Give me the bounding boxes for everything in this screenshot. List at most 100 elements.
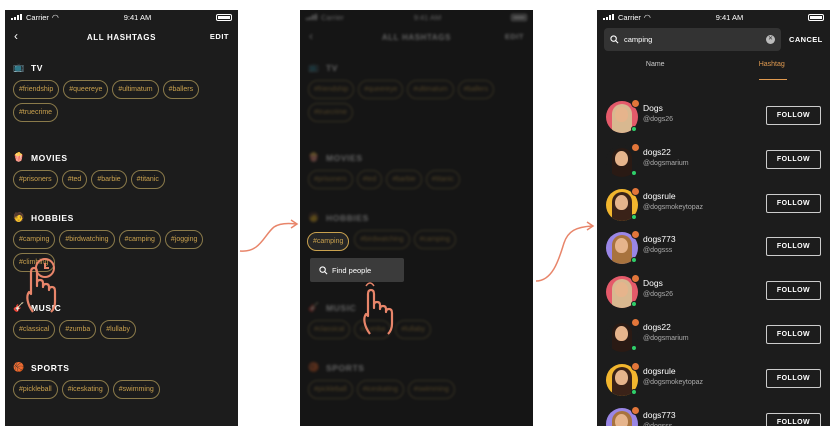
badge-icon [631,361,640,371]
username: Dogs [643,103,663,113]
screen-all-hashtags: Carrier ◠ 9:41 AM ‹ ALL HASHTAGS EDIT 📺 T… [5,10,238,426]
follow-button[interactable]: FOLLOW [766,106,821,125]
hashtag-chip[interactable]: #barbie [91,170,127,189]
section-title: SPORTS [31,362,70,373]
cancel-button[interactable]: CANCEL [789,35,823,44]
search-tabs: Name Hashtag [597,54,830,84]
online-status-icon [631,345,637,351]
section-tv: 📺 TV #friendship #queereye #ultimatum #ba… [13,62,232,122]
badge-icon [631,405,640,415]
ball-icon: 🏀 [13,362,25,372]
section-title: MOVIES [31,152,68,163]
hashtag-chip[interactable]: #lullaby [100,320,137,339]
hashtag-chip[interactable]: #queereye [63,80,109,99]
search-row: camping ✕ CANCEL [597,24,830,54]
badge-icon [631,142,640,152]
hashtag-chip[interactable]: #jogging [164,230,204,249]
wifi-icon: ◠ [51,12,59,22]
username: dogsrule [643,365,676,376]
tap-hand-icon [363,282,394,335]
avatar[interactable] [606,361,640,396]
section-title: TV [31,62,44,73]
page-title: ALL HASHTAGS [86,32,157,42]
hashtag-chip[interactable]: #ted [61,170,88,189]
online-status-icon [631,213,637,220]
carrier-label: Carrier [26,12,49,22]
follow-button[interactable]: FOLLOW [766,281,821,301]
hashtag-chip[interactable]: #camping [13,230,56,249]
result-row[interactable]: dogsrule @dogsmokeytopaz FOLLOW [597,358,830,402]
nav-bar: ‹ ALL HASHTAGS EDIT [5,24,238,50]
hashtag-chip[interactable]: #camping [118,230,161,249]
hashtag-chip[interactable]: #ballers [162,80,200,99]
username: dogs22 [643,146,671,157]
follow-button[interactable]: FOLLOW [766,368,821,388]
tab-name[interactable]: Name [597,54,714,84]
hashtag-chip[interactable]: #swimming [112,380,160,399]
search-input[interactable]: camping ✕ [604,27,781,51]
status-time: 9:41 AM [715,12,744,22]
avatar[interactable] [606,142,640,177]
hashtag-chip[interactable]: #birdwatching [59,230,115,249]
follow-button[interactable]: FOLLOW [766,412,821,426]
hashtag-chip[interactable]: #ultimatum [112,80,159,99]
online-status-icon [631,169,637,176]
result-row[interactable]: dogs773 @dogsss FOLLOW [597,226,830,270]
follow-button[interactable]: FOLLOW [766,193,821,213]
result-row[interactable]: Dogs @dogs26 FOLLOW [597,95,830,139]
flow-arrow-icon [239,219,299,252]
avatar[interactable] [606,186,640,221]
online-status-icon [631,126,637,132]
status-bar: Carrier ◠ 9:41 AM [5,10,238,24]
dim-overlay [300,10,533,426]
online-status-icon [631,301,637,308]
back-chevron-icon[interactable]: ‹ [14,29,18,43]
hashtag-chip[interactable]: #iceskating [61,380,109,399]
hashtag-chip[interactable]: #classical [13,320,56,339]
follow-button[interactable]: FOLLOW [766,325,821,344]
avatar[interactable] [606,99,640,133]
badge-icon [631,318,640,327]
carrier-label: Carrier [618,12,641,22]
signal-icon [603,14,615,20]
screen-search-results: Carrier ◠ 9:41 AM camping ✕ CANCEL Name … [597,10,830,426]
user-handle: @dogs26 [643,291,674,299]
hashtag-chip[interactable]: #friendship [13,80,60,99]
search-icon [610,34,619,43]
follow-button[interactable]: FOLLOW [766,149,821,169]
avatar[interactable] [606,405,640,426]
avatar[interactable] [606,274,640,309]
popcorn-icon: 🍿 [13,152,25,162]
hashtag-chip[interactable]: #truecrime [13,103,59,122]
edit-button[interactable]: EDIT [210,32,229,41]
avatar[interactable] [606,230,640,265]
active-tab-indicator [759,79,787,80]
search-value: camping [624,34,653,44]
signal-icon [11,14,23,20]
online-status-icon [631,257,637,264]
hashtag-chip[interactable]: #titanic [130,170,165,189]
user-handle: @dogsss [643,247,673,255]
result-row[interactable]: dogs773 @dogsss FOLLOW [597,402,830,426]
result-row[interactable]: dogs22 @dogsmarium FOLLOW [597,139,830,183]
username: Dogs [643,278,663,289]
user-handle: @dogsss [643,423,672,426]
follow-button[interactable]: FOLLOW [766,237,821,257]
screen-hashtag-popup: Carrier 9:41 AM ‹ ALL HASHTAGS EDIT 📺 TV #fr… [300,10,533,426]
user-handle: @dogsmokeytopaz [643,378,704,386]
result-row[interactable]: dogs22 @dogsmarium FOLLOW [597,314,830,358]
avatar[interactable] [606,318,640,352]
hobby-icon: 🧑 [13,212,25,222]
username: dogsrule [643,190,676,201]
battery-icon [216,13,232,21]
user-handle: @dogsmokeytopaz [643,203,704,211]
selected-hashtag-chip[interactable]: #camping [307,232,350,251]
hashtag-chip[interactable]: #zumba [59,320,97,339]
hashtag-chip[interactable]: #pickleball [13,380,58,399]
wifi-icon: ◠ [643,12,651,22]
clear-icon[interactable]: ✕ [766,34,775,44]
result-row[interactable]: Dogs @dogs26 FOLLOW [597,270,830,314]
section-title: HOBBIES [31,212,74,223]
hashtag-chip[interactable]: #prisoners [13,170,58,189]
result-row[interactable]: dogsrule @dogsmokeytopaz FOLLOW [597,183,830,227]
